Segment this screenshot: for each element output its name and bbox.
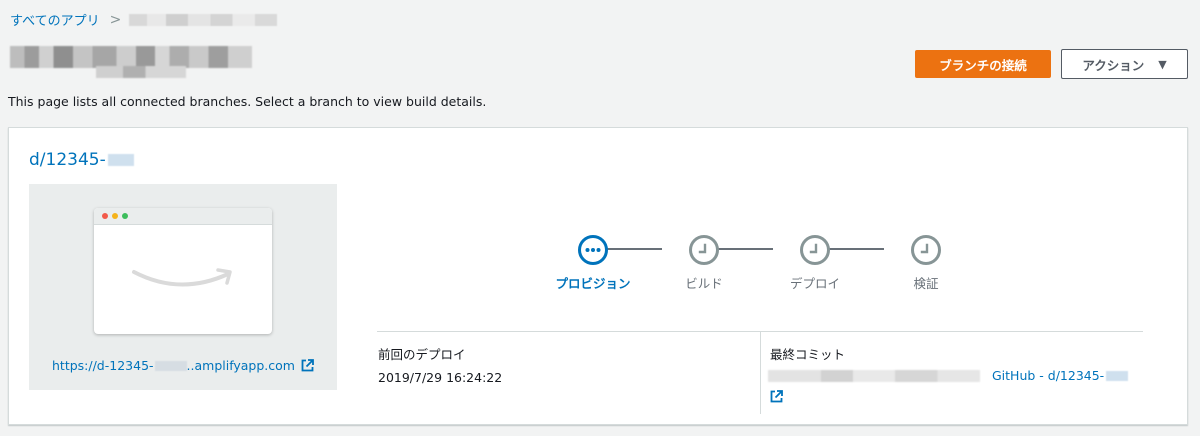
details-column-divider	[760, 332, 761, 414]
step-verify-status-icon	[911, 235, 941, 265]
breadcrumb-all-apps-link[interactable]: すべてのアプリ	[10, 10, 100, 29]
browser-titlebar	[94, 208, 272, 225]
step-verify-label: 検証	[913, 276, 939, 291]
commit-link-text: GitHub - d/12345-	[992, 368, 1105, 383]
commit-github-link[interactable]: GitHub - d/12345-	[992, 368, 1129, 383]
breadcrumb: すべてのアプリ >	[10, 10, 278, 29]
commit-message-redacted	[768, 370, 980, 382]
step-provision-status-icon	[578, 235, 608, 265]
build-pipeline: プロビジョン ビルド デプロイ 検証	[548, 232, 948, 292]
step-deploy-status-icon	[800, 235, 830, 265]
last-deploy-label: 前回のデプロイ	[378, 347, 466, 362]
branch-card: d/12345- https://d-12345- ..amplifyapp.c…	[8, 127, 1188, 425]
actions-dropdown-button[interactable]: アクション ▼	[1061, 49, 1188, 79]
close-dot-icon	[102, 213, 108, 219]
minimize-dot-icon	[112, 213, 118, 219]
connect-branch-button[interactable]: ブランチの接続	[915, 50, 1051, 78]
step-build-label: ビルド	[685, 276, 723, 291]
step-build-status-icon	[689, 235, 719, 265]
breadcrumb-app-name-redacted	[129, 13, 278, 26]
branch-name: d/12345-	[29, 150, 106, 170]
clock-icon	[698, 243, 707, 254]
browser-illustration	[94, 208, 272, 334]
last-commit-label: 最終コミット	[770, 347, 846, 362]
step-provision-label: プロビジョン	[555, 276, 631, 291]
caret-down-icon: ▼	[1158, 57, 1167, 71]
preview-url-link[interactable]: https://d-12345- ..amplifyapp.com	[29, 358, 337, 373]
maximize-dot-icon	[122, 213, 128, 219]
last-deploy-value: 2019/7/29 16:24:22	[378, 370, 503, 385]
step-deploy-label: デプロイ	[789, 276, 840, 291]
preview-url-end: ..amplifyapp.com	[186, 358, 295, 373]
clock-icon	[920, 243, 929, 254]
page-title-redacted	[10, 46, 252, 78]
preview-url-start: https://d-12345-	[52, 358, 154, 373]
external-link-icon	[301, 359, 314, 372]
commit-external-link-icon[interactable]	[770, 388, 783, 407]
commit-branch-redacted	[1106, 370, 1129, 381]
more-icon	[585, 248, 601, 252]
amazon-smile-logo	[132, 268, 232, 287]
branch-name-redacted	[107, 154, 134, 166]
chevron-right-icon: >	[109, 11, 122, 28]
branch-name-link[interactable]: d/12345-	[29, 150, 134, 170]
page-description: This page lists all connected branches. …	[8, 94, 487, 109]
clock-icon	[809, 243, 818, 254]
preview-url-redacted	[154, 360, 187, 371]
actions-button-label: アクション	[1082, 57, 1145, 73]
